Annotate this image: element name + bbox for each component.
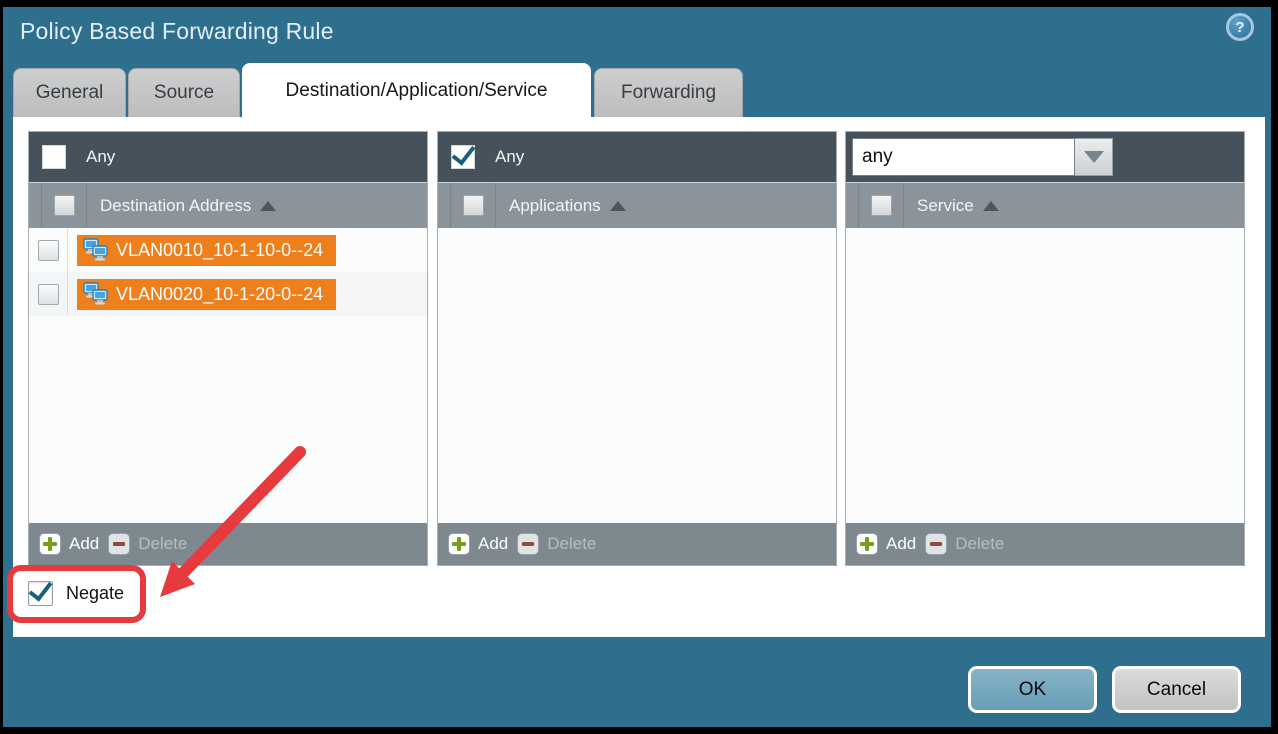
service-actions-bar: Add Delete	[846, 523, 1244, 565]
add-button[interactable]: Add	[856, 533, 916, 555]
applications-column: Any Applications Add Delete	[437, 131, 837, 566]
service-dropdown-bar: any	[846, 132, 1244, 182]
add-icon	[448, 533, 470, 555]
address-object-chip[interactable]: VLAN0020_10-1-20-0--24	[77, 279, 336, 310]
address-object-label: VLAN0010_10-1-10-0--24	[116, 240, 323, 261]
row-checkbox[interactable]	[38, 284, 59, 305]
help-icon[interactable]: ?	[1226, 13, 1254, 41]
destination-any-bar: Any	[29, 132, 427, 182]
pbf-rule-dialog: Policy Based Forwarding Rule ? General S…	[3, 7, 1271, 727]
applications-column-header[interactable]: Applications	[509, 196, 626, 216]
service-column-header[interactable]: Service	[917, 196, 999, 216]
add-button[interactable]: Add	[39, 533, 99, 555]
applications-any-checkbox[interactable]	[451, 145, 475, 169]
dialog-button-row: OK Cancel	[968, 666, 1241, 713]
service-header-row: Service	[846, 182, 1244, 228]
delete-icon	[517, 533, 539, 555]
destination-header-row: Destination Address	[29, 182, 427, 228]
tab-content-panel: Any Destination Address	[13, 117, 1265, 637]
address-object-label: VLAN0020_10-1-20-0--24	[116, 284, 323, 305]
table-row[interactable]: VLAN0010_10-1-10-0--24	[29, 228, 427, 272]
tab-forwarding[interactable]: Forwarding	[594, 68, 743, 117]
address-object-chip[interactable]: VLAN0010_10-1-10-0--24	[77, 235, 336, 266]
service-select-all-checkbox[interactable]	[871, 195, 892, 216]
tab-destination-application-service[interactable]: Destination/Application/Service	[242, 63, 591, 117]
delete-icon	[108, 533, 130, 555]
sort-ascending-icon	[260, 201, 276, 211]
add-button[interactable]: Add	[448, 533, 508, 555]
delete-button[interactable]: Delete	[517, 533, 596, 555]
destination-column-header[interactable]: Destination Address	[100, 196, 276, 216]
add-icon	[856, 533, 878, 555]
service-list	[846, 228, 1244, 523]
sort-ascending-icon	[983, 201, 999, 211]
destination-list: VLAN0010_10-1-10-0--24	[29, 228, 427, 523]
service-column: any Service Add	[845, 131, 1245, 566]
table-row[interactable]: VLAN0020_10-1-20-0--24	[29, 272, 427, 316]
row-checkbox[interactable]	[38, 240, 59, 261]
tab-source[interactable]: Source	[128, 68, 240, 117]
add-icon	[39, 533, 61, 555]
applications-any-bar: Any	[438, 132, 836, 182]
negate-label: Negate	[66, 583, 124, 604]
destination-select-all-checkbox[interactable]	[54, 195, 75, 216]
service-type-dropdown[interactable]: any	[852, 138, 1113, 176]
destination-any-label: Any	[86, 147, 115, 167]
service-type-value: any	[852, 138, 1075, 176]
sort-ascending-icon	[610, 201, 626, 211]
applications-list	[438, 228, 836, 523]
dropdown-button[interactable]	[1075, 138, 1113, 176]
delete-button[interactable]: Delete	[108, 533, 187, 555]
chevron-down-icon	[1084, 151, 1104, 163]
cancel-button[interactable]: Cancel	[1112, 666, 1241, 713]
negate-row: Negate	[28, 581, 124, 606]
applications-header-row: Applications	[438, 182, 836, 228]
ok-button[interactable]: OK	[968, 666, 1097, 713]
network-address-icon	[82, 282, 109, 307]
applications-actions-bar: Add Delete	[438, 523, 836, 565]
negate-checkbox[interactable]	[28, 581, 53, 606]
destination-any-checkbox[interactable]	[42, 145, 66, 169]
destination-address-column: Any Destination Address	[28, 131, 428, 566]
applications-any-label: Any	[495, 147, 524, 167]
dialog-title: Policy Based Forwarding Rule	[20, 18, 334, 45]
tab-general[interactable]: General	[13, 68, 126, 117]
destination-actions-bar: Add Delete	[29, 523, 427, 565]
network-address-icon	[82, 238, 109, 263]
delete-icon	[925, 533, 947, 555]
applications-select-all-checkbox[interactable]	[463, 195, 484, 216]
delete-button[interactable]: Delete	[925, 533, 1004, 555]
